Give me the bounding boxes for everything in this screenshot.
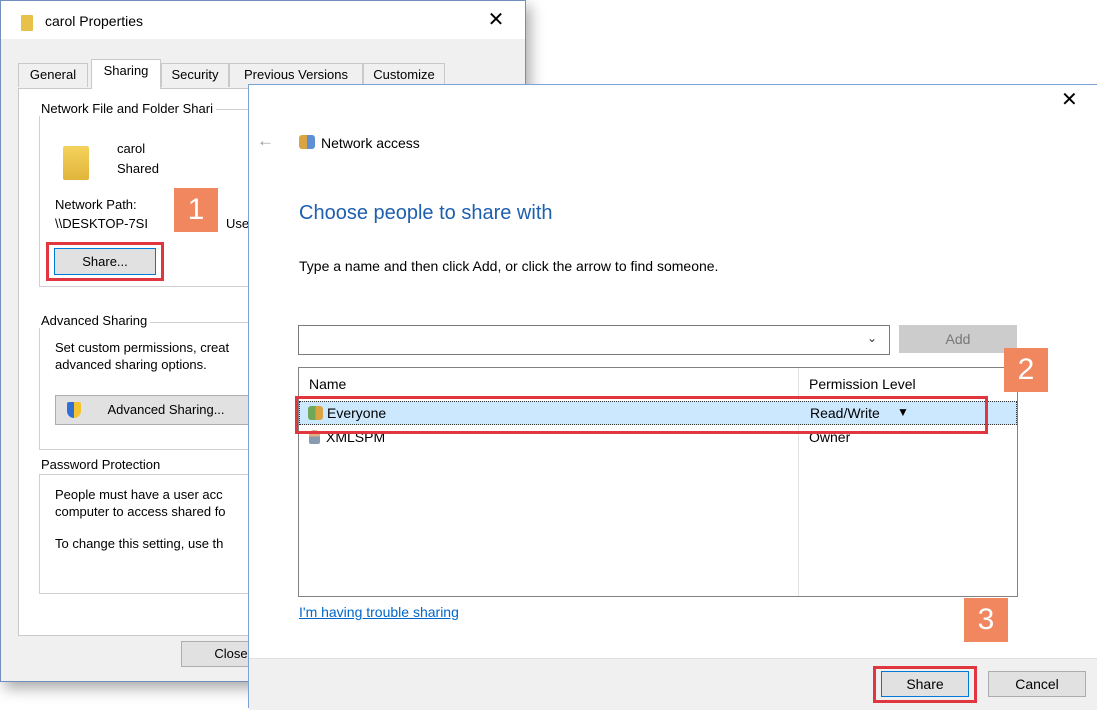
tab-security[interactable]: Security <box>161 63 229 87</box>
column-header-permission[interactable]: Permission Level <box>809 376 916 392</box>
close-icon[interactable]: ✕ <box>481 7 511 33</box>
highlight-box <box>295 396 988 434</box>
network-people-icon <box>299 135 315 149</box>
folder-status: Shared <box>117 161 159 176</box>
group-title: Advanced Sharing <box>38 313 151 328</box>
tab-sharing[interactable]: Sharing <box>91 59 161 89</box>
password-description: computer to access shared fo <box>55 504 226 519</box>
password-description: People must have a user acc <box>55 487 223 502</box>
dialog-footer: Share Cancel <box>249 658 1097 710</box>
network-path-label: Network Path: <box>55 197 137 212</box>
dialog-heading: Choose people to share with <box>299 202 553 224</box>
tab-general[interactable]: General <box>18 63 88 87</box>
group-title: Network File and Folder Shari <box>38 101 216 116</box>
callout-2: 2 <box>1004 348 1048 392</box>
chevron-down-icon[interactable]: ⌄ <box>867 331 877 345</box>
close-icon[interactable]: ✕ <box>1061 87 1078 112</box>
trouble-sharing-link[interactable]: I'm having trouble sharing <box>299 604 459 620</box>
folder-icon <box>63 146 89 180</box>
advanced-description: Set custom permissions, creat <box>55 340 230 355</box>
column-header-name[interactable]: Name <box>309 376 346 392</box>
network-path-tail: Use <box>226 216 250 231</box>
add-button[interactable]: Add <box>899 325 1017 353</box>
password-description: To change this setting, use th <box>55 536 224 551</box>
window-title: carol Properties <box>45 13 144 29</box>
back-arrow-icon[interactable]: ← <box>257 131 274 151</box>
callout-1: 1 <box>174 188 218 232</box>
callout-3: 3 <box>964 598 1008 642</box>
share-button[interactable]: Share... <box>54 248 156 275</box>
group-title: Password Protection <box>38 457 164 472</box>
network-path-value: \\DESKTOP-7SI <box>55 216 148 231</box>
folder-name: carol <box>117 141 146 156</box>
shield-icon <box>67 402 81 418</box>
instruction-text: Type a name and then click Add, or click… <box>299 258 719 274</box>
cancel-button[interactable]: Cancel <box>988 671 1086 697</box>
advanced-sharing-button[interactable]: Advanced Sharing... <box>55 395 255 425</box>
name-input[interactable]: ⌄ <box>298 325 890 355</box>
share-button[interactable]: Share <box>881 671 969 697</box>
folder-icon <box>21 15 33 31</box>
advanced-description: advanced sharing options. <box>55 357 207 372</box>
dialog-header: Network access <box>321 135 420 151</box>
advanced-sharing-label: Advanced Sharing... <box>107 402 225 417</box>
title-bar: carol Properties ✕ <box>1 1 525 39</box>
